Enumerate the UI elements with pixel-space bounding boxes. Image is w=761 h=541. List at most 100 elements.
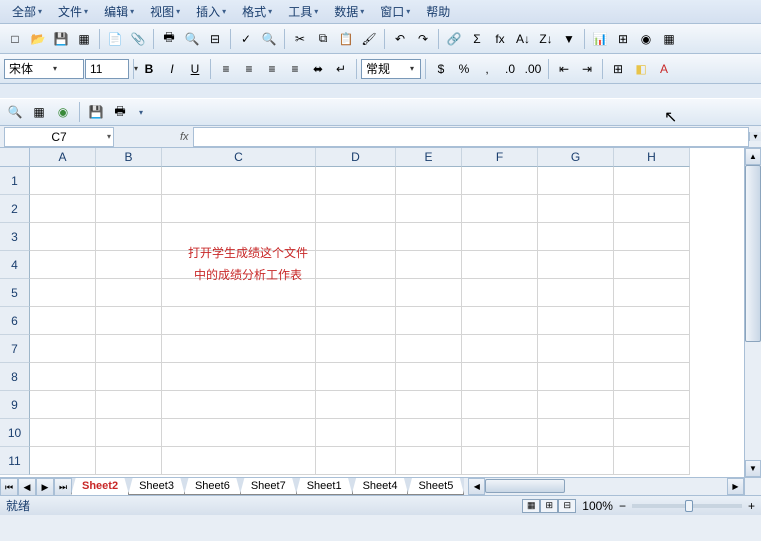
v-scroll-thumb[interactable] <box>745 165 761 342</box>
cell[interactable] <box>96 447 162 475</box>
cell[interactable] <box>30 251 96 279</box>
cell[interactable] <box>462 335 538 363</box>
cell[interactable] <box>538 447 614 475</box>
name-box-dropdown-icon[interactable]: ▾ <box>107 132 111 141</box>
cell[interactable] <box>30 391 96 419</box>
cell[interactable] <box>30 363 96 391</box>
aux-grid-icon[interactable]: ▦ <box>28 101 50 123</box>
sheet-tab-Sheet1[interactable]: Sheet1 <box>296 478 353 495</box>
cell[interactable] <box>162 223 316 251</box>
cell[interactable] <box>462 251 538 279</box>
cell[interactable] <box>30 167 96 195</box>
cell[interactable] <box>316 167 396 195</box>
name-box[interactable]: C7 ▾ <box>4 127 114 147</box>
cell[interactable] <box>162 335 316 363</box>
cell[interactable] <box>396 363 462 391</box>
cell[interactable] <box>316 279 396 307</box>
cell[interactable] <box>96 391 162 419</box>
select-all-corner[interactable] <box>0 148 30 167</box>
row-header-5[interactable]: 5 <box>0 279 30 307</box>
cell[interactable] <box>396 419 462 447</box>
cell[interactable] <box>316 447 396 475</box>
cell[interactable] <box>162 307 316 335</box>
cell[interactable] <box>96 335 162 363</box>
menu-tools[interactable]: 工具▾ <box>280 0 326 23</box>
col-header-E[interactable]: E <box>396 148 462 167</box>
wrap-icon[interactable]: ↵ <box>330 58 352 80</box>
aux-globe-icon[interactable]: ◉ <box>52 101 74 123</box>
cell[interactable] <box>538 195 614 223</box>
col-header-C[interactable]: C <box>162 148 316 167</box>
sheet-tab-Sheet7[interactable]: Sheet7 <box>240 478 297 495</box>
excel-icon[interactable]: ▦ <box>73 28 95 50</box>
tab-nav-prev-icon[interactable]: ◀ <box>18 478 36 496</box>
tab-nav-last-icon[interactable]: ⏭ <box>54 478 72 496</box>
underline-icon[interactable]: U <box>184 58 206 80</box>
row-header-1[interactable]: 1 <box>0 167 30 195</box>
tab-nav-next-icon[interactable]: ▶ <box>36 478 54 496</box>
row-header-6[interactable]: 6 <box>0 307 30 335</box>
sheet-tab-Sheet3[interactable]: Sheet3 <box>128 478 185 495</box>
row-header-4[interactable]: 4 <box>0 251 30 279</box>
fill-color-icon[interactable]: ◧ <box>630 58 652 80</box>
cell[interactable] <box>396 447 462 475</box>
filter-icon[interactable]: ▼ <box>558 28 580 50</box>
font-combo[interactable]: 宋体▾ <box>4 59 84 79</box>
col-header-H[interactable]: H <box>614 148 690 167</box>
h-scroll-thumb[interactable] <box>485 479 565 493</box>
cell[interactable] <box>96 195 162 223</box>
cell[interactable] <box>96 419 162 447</box>
cell[interactable] <box>162 391 316 419</box>
cell[interactable] <box>396 167 462 195</box>
menu-format[interactable]: 格式▾ <box>234 0 280 23</box>
sheet-tab-Sheet2[interactable]: Sheet2 <box>71 478 129 495</box>
save-icon[interactable]: 💾 <box>50 28 72 50</box>
cell[interactable] <box>462 363 538 391</box>
cell[interactable] <box>538 251 614 279</box>
sheet-tab-Sheet4[interactable]: Sheet4 <box>352 478 409 495</box>
pagebreak-icon[interactable]: ⊟ <box>204 28 226 50</box>
col-header-A[interactable]: A <box>30 148 96 167</box>
pivot-icon[interactable]: ⊞ <box>612 28 634 50</box>
aux-print-icon[interactable]: 🖶 <box>109 101 131 123</box>
row-header-11[interactable]: 11 <box>0 447 30 475</box>
formula-input[interactable] <box>193 127 749 147</box>
row-header-7[interactable]: 7 <box>0 335 30 363</box>
open-icon[interactable]: 📂 <box>27 28 49 50</box>
cell[interactable] <box>614 391 690 419</box>
cell[interactable] <box>462 419 538 447</box>
col-header-F[interactable]: F <box>462 148 538 167</box>
cell[interactable] <box>96 307 162 335</box>
menu-edit[interactable]: 编辑▾ <box>96 0 142 23</box>
merge-icon[interactable]: ⬌ <box>307 58 329 80</box>
menu-help[interactable]: 帮助 <box>418 0 458 23</box>
row-header-2[interactable]: 2 <box>0 195 30 223</box>
col-header-G[interactable]: G <box>538 148 614 167</box>
menu-window[interactable]: 窗口▾ <box>372 0 418 23</box>
cell[interactable] <box>316 195 396 223</box>
indent-inc-icon[interactable]: ⇥ <box>576 58 598 80</box>
cell[interactable] <box>538 279 614 307</box>
cell[interactable] <box>614 363 690 391</box>
cell[interactable] <box>96 363 162 391</box>
sheet-tab-Sheet6[interactable]: Sheet6 <box>184 478 241 495</box>
zoom-out-icon[interactable]: − <box>619 499 626 513</box>
view-pagebreak-icon[interactable]: ⊟ <box>558 499 576 513</box>
attach-icon[interactable]: 📎 <box>127 28 149 50</box>
formula-expand-icon[interactable]: ▾ <box>749 132 761 141</box>
cell[interactable] <box>316 363 396 391</box>
spell-icon[interactable]: ✓ <box>235 28 257 50</box>
row-header-10[interactable]: 10 <box>0 419 30 447</box>
cell[interactable] <box>462 167 538 195</box>
col-header-D[interactable]: D <box>316 148 396 167</box>
dec-inc-icon[interactable]: .0 <box>499 58 521 80</box>
font-color-icon[interactable]: A <box>653 58 675 80</box>
cell[interactable] <box>614 251 690 279</box>
row-header-3[interactable]: 3 <box>0 223 30 251</box>
cell[interactable] <box>614 167 690 195</box>
tab-nav-first-icon[interactable]: ⏮ <box>0 478 18 496</box>
hyperlink-icon[interactable]: 🔗 <box>443 28 465 50</box>
scroll-left-icon[interactable]: ◀ <box>468 478 485 495</box>
object-icon[interactable]: ◉ <box>635 28 657 50</box>
cell[interactable] <box>462 279 538 307</box>
